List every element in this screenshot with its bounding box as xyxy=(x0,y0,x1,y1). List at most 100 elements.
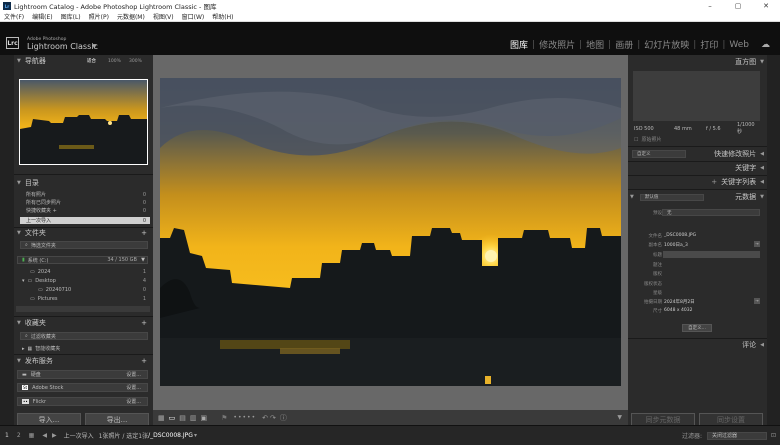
filter-select[interactable]: 关闭过滤器 xyxy=(706,431,767,440)
chevron-down-icon[interactable]: ▼ xyxy=(141,257,145,263)
quick-develop-header[interactable]: 快速修改照片 ◀ xyxy=(690,149,764,159)
filmstrip-source[interactable]: 上一次导入 xyxy=(64,431,94,440)
menu-photo[interactable]: 照片(P) xyxy=(85,12,113,21)
survey-view-icon[interactable]: ▥ xyxy=(190,414,197,422)
maximize-button[interactable]: ▢ xyxy=(724,2,752,10)
folder-scrollbar[interactable] xyxy=(16,306,150,312)
people-view-icon[interactable]: ▣ xyxy=(201,414,208,422)
comments-header[interactable]: 评论 ◀ xyxy=(700,340,764,350)
capture-date-value[interactable]: 2024年8月2日 xyxy=(664,299,695,305)
publish-service[interactable]: •• Flickr 设置... xyxy=(17,397,148,406)
customize-button[interactable]: 自定义... xyxy=(682,324,712,332)
expand-triangle-icon[interactable]: ▸ xyxy=(22,346,25,352)
folders-header[interactable]: ▼ 文件夹 + xyxy=(17,228,149,238)
filter-collections[interactable]: ⌕ 过滤收藏夹 xyxy=(20,332,148,340)
smart-collection[interactable]: ▸ ▦ 智能收藏夹 xyxy=(22,345,150,353)
toolbar-menu-icon[interactable]: ▼ xyxy=(617,414,622,421)
navigator-preview[interactable] xyxy=(19,79,148,165)
checkbox-icon[interactable]: ☐ xyxy=(634,137,638,143)
module-slideshow[interactable]: 幻灯片放映 xyxy=(640,38,693,51)
folder-item[interactable]: ▾ ▭ Desktop 4 xyxy=(22,277,150,284)
publish-setup[interactable]: 设置... xyxy=(126,398,141,405)
catalog-header[interactable]: ▼ 目录 xyxy=(17,178,149,188)
add-collection-icon[interactable]: + xyxy=(141,319,147,327)
go-to-icon[interactable]: → xyxy=(754,298,760,304)
dimensions-value[interactable]: 6048 x 4032 xyxy=(664,308,692,313)
catalog-item-selected[interactable]: 上一次导入 0 xyxy=(20,217,150,224)
go-to-icon[interactable]: → xyxy=(754,241,760,247)
keywording-header[interactable]: 关键字 ◀ xyxy=(690,163,764,173)
metadata-header[interactable]: ▼ 默认值 元数据 ▼ xyxy=(630,192,764,202)
minimize-button[interactable]: – xyxy=(696,2,724,10)
zoom-100[interactable]: 100% xyxy=(108,59,121,64)
publish-header[interactable]: ▼ 发布服务 + xyxy=(17,356,149,366)
module-develop[interactable]: 修改照片 xyxy=(535,38,579,51)
preset-field-select[interactable]: 无 xyxy=(662,209,760,216)
histogram-header[interactable]: 直方图 ▼ xyxy=(700,57,764,67)
forward-arrow-icon[interactable]: ▶ xyxy=(52,432,57,439)
menu-file[interactable]: 文件(F) xyxy=(0,12,28,21)
publish-setup[interactable]: 设置... xyxy=(126,384,141,391)
folder-item[interactable]: ▭ Pictures 1 xyxy=(30,295,150,302)
folder-item[interactable]: ▭ 2024 1 xyxy=(30,268,150,275)
menu-edit[interactable]: 编辑(E) xyxy=(28,12,56,21)
rating-stars[interactable]: ••••• xyxy=(233,414,256,421)
catalog-item[interactable]: 所有已同步照片 0 xyxy=(26,199,150,207)
close-button[interactable]: ✕ xyxy=(752,2,780,10)
filter-lock-icon[interactable]: ⊡ xyxy=(771,432,776,439)
catalog-item[interactable]: 所有照片 0 xyxy=(26,191,150,199)
brand-dropdown-icon[interactable]: ▼ xyxy=(92,43,97,50)
grid-icon[interactable]: ▦ xyxy=(29,432,35,439)
metadata-preset-select[interactable]: 默认值 xyxy=(639,193,704,201)
rotate-left-icon[interactable]: ↶ xyxy=(262,414,268,422)
keyword-list-header[interactable]: + 关键字列表 ◀ xyxy=(690,177,764,187)
rotate-right-icon[interactable]: ↷ xyxy=(270,414,276,422)
back-arrow-icon[interactable]: ◀ xyxy=(42,432,47,439)
chevron-down-icon[interactable]: ▾ xyxy=(194,432,197,439)
compare-view-icon[interactable]: ▤ xyxy=(179,414,186,422)
flag-icon[interactable]: ⚑ xyxy=(221,414,227,422)
collapse-triangle-icon[interactable]: ▼ xyxy=(17,180,21,186)
collapse-triangle-icon[interactable]: ▼ xyxy=(17,58,21,64)
module-book[interactable]: 画册 xyxy=(611,38,637,51)
loupe-view-icon[interactable]: ▭ xyxy=(169,414,176,422)
collapse-triangle-icon[interactable]: ▼ xyxy=(17,358,21,364)
add-folder-icon[interactable]: + xyxy=(141,229,147,237)
panel-toggle-icon[interactable]: 1 xyxy=(5,432,9,439)
copy-name-value[interactable]: 1000日a_3 xyxy=(664,242,688,248)
grid-view-icon[interactable]: ▦ xyxy=(158,414,165,422)
publish-service[interactable]: St Adobe Stock 设置... xyxy=(17,383,148,392)
menu-view[interactable]: 视图(V) xyxy=(149,12,178,21)
filter-folders[interactable]: ⌕ 筛选文件夹 xyxy=(20,241,148,249)
main-photo[interactable] xyxy=(160,78,621,386)
add-keyword-icon[interactable]: + xyxy=(711,178,717,186)
collapse-triangle-icon[interactable]: ▼ xyxy=(630,194,634,200)
add-publish-icon[interactable]: + xyxy=(141,357,147,365)
title-field[interactable] xyxy=(663,251,760,258)
menu-window[interactable]: 窗口(W) xyxy=(178,12,209,21)
module-print[interactable]: 打印 xyxy=(696,38,722,51)
module-map[interactable]: 地图 xyxy=(582,38,608,51)
cloud-icon[interactable]: ☁ xyxy=(757,40,774,50)
expand-triangle-icon[interactable]: ▾ xyxy=(22,278,25,284)
zoom-300[interactable]: 300% xyxy=(129,59,142,64)
left-panel-edge[interactable] xyxy=(0,55,14,425)
collapse-triangle-icon[interactable]: ▼ xyxy=(17,320,21,326)
saved-preset-select[interactable]: 自定义 xyxy=(632,150,686,158)
navigator-header[interactable]: ▼ 导航器 适合 100% 300% xyxy=(17,56,149,66)
module-library[interactable]: 图库 xyxy=(506,38,532,51)
collapse-triangle-icon[interactable]: ▼ xyxy=(17,230,21,236)
publish-setup[interactable]: 设置... xyxy=(126,371,141,378)
menu-metadata[interactable]: 元数据(M) xyxy=(113,12,149,21)
drive-row[interactable]: ▮ 系统 (C:) 34 / 150 GB ▼ xyxy=(17,256,148,264)
publish-service[interactable]: ▬ 硬盘 设置... xyxy=(17,370,148,379)
second-window-icon[interactable]: 2 xyxy=(17,432,21,439)
catalog-item[interactable]: 快捷收藏夹 + 0 xyxy=(26,207,150,215)
folder-item[interactable]: ▭ 20240710 0 xyxy=(38,286,150,293)
right-panel-edge[interactable] xyxy=(767,55,780,425)
info-icon[interactable]: ⓘ xyxy=(280,413,287,423)
menu-library[interactable]: 图库(L) xyxy=(57,12,85,21)
module-web[interactable]: Web xyxy=(725,40,753,50)
zoom-fit[interactable]: 适合 xyxy=(87,58,96,64)
collections-header[interactable]: ▼ 收藏夹 + xyxy=(17,318,149,328)
